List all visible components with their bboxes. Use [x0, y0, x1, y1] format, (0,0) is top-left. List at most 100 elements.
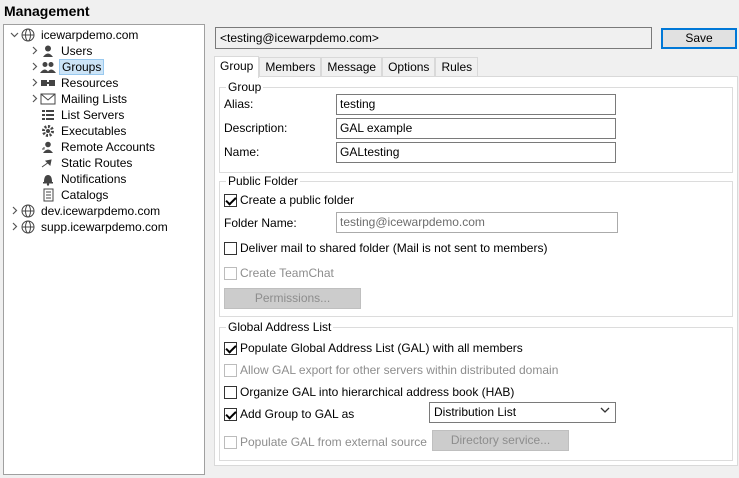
checkbox-icon[interactable]	[224, 435, 237, 449]
chevron-right-icon[interactable]	[8, 206, 20, 217]
folder-name-input[interactable]: testing@icewarpdemo.com	[336, 212, 618, 233]
catalog-icon	[40, 187, 56, 203]
organize-hab-label: Organize GAL into hierarchical address b…	[240, 385, 515, 399]
tree-node-users[interactable]: Users	[28, 43, 94, 59]
description-input[interactable]: GAL example	[336, 118, 616, 139]
globe-icon	[20, 219, 36, 235]
tree-node-dev-domain[interactable]: dev.icewarpdemo.com	[8, 203, 162, 219]
chevron-right-icon[interactable]	[8, 222, 20, 233]
tree-node-resources[interactable]: Resources	[28, 75, 120, 91]
chevron-down-icon[interactable]	[8, 30, 20, 41]
checkbox-icon[interactable]	[224, 266, 237, 280]
populate-gal-label: Populate Global Address List (GAL) with …	[240, 341, 523, 355]
remote-user-icon	[40, 139, 56, 155]
public-folder-section: Public Folder Create a public folder Fol…	[219, 174, 733, 317]
list-icon	[40, 107, 56, 123]
permissions-button[interactable]: Permissions...	[224, 288, 361, 309]
mail-icon	[40, 91, 56, 107]
tree-node-catalogs[interactable]: Catalogs	[40, 187, 110, 203]
name-label: Name:	[224, 145, 260, 159]
tab-rules[interactable]: Rules	[435, 57, 479, 77]
directory-service-button[interactable]: Directory service...	[432, 430, 569, 451]
deliver-shared-folder-checkbox[interactable]: Deliver mail to shared folder (Mail is n…	[224, 240, 547, 256]
description-label: Description:	[224, 121, 288, 135]
checkbox-icon[interactable]	[224, 241, 237, 255]
create-public-folder-checkbox[interactable]: Create a public folder	[224, 192, 354, 208]
tree-node-remote-accounts[interactable]: Remote Accounts	[40, 139, 157, 155]
app-title: Management	[4, 3, 90, 19]
group-section-legend: Group	[226, 80, 264, 94]
checkbox-checked-icon[interactable]	[224, 407, 237, 421]
checkbox-checked-icon[interactable]	[224, 193, 237, 207]
tree-label: Notifications	[61, 172, 127, 186]
chevron-down-icon	[600, 405, 610, 420]
create-teamchat-label: Create TeamChat	[240, 266, 334, 280]
tree-label: Resources	[61, 76, 119, 90]
add-group-gal-label: Add Group to GAL as	[240, 407, 355, 421]
checkbox-icon[interactable]	[224, 363, 237, 377]
checkbox-icon[interactable]	[224, 385, 237, 399]
tab-bar: Group Members Message Options Rules	[214, 56, 479, 78]
user-icon	[40, 43, 56, 59]
tab-group[interactable]: Group	[214, 56, 260, 78]
alias-label: Alias:	[224, 97, 254, 111]
tree-label: Catalogs	[61, 188, 109, 202]
tab-message[interactable]: Message	[321, 57, 383, 77]
account-header: <testing@icewarpdemo.com>	[215, 27, 652, 49]
resources-icon	[40, 75, 56, 91]
tree-node-static-routes[interactable]: Static Routes	[40, 155, 134, 171]
add-group-gal-checkbox[interactable]: Add Group to GAL as	[224, 406, 354, 422]
tree-label: dev.icewarpdemo.com	[41, 204, 161, 218]
tree-label: supp.icewarpdemo.com	[41, 220, 168, 234]
gal-type-select[interactable]: Distribution List	[429, 402, 616, 423]
chevron-right-icon[interactable]	[28, 78, 40, 89]
organize-hab-checkbox[interactable]: Organize GAL into hierarchical address b…	[224, 384, 514, 400]
gal-type-value: Distribution List	[434, 405, 517, 419]
tree-label: icewarpdemo.com	[41, 28, 139, 42]
tree-node-supp-domain[interactable]: supp.icewarpdemo.com	[8, 219, 170, 235]
allow-gal-export-checkbox[interactable]: Allow GAL export for other servers withi…	[224, 362, 558, 378]
checkbox-checked-icon[interactable]	[224, 341, 237, 355]
tree-node-executables[interactable]: Executables	[40, 123, 128, 139]
populate-external-checkbox[interactable]: Populate GAL from external source	[224, 434, 427, 450]
tab-panel-group: Group Alias: testing Description: GAL ex…	[214, 76, 738, 466]
create-teamchat-checkbox[interactable]: Create TeamChat	[224, 265, 334, 281]
tree-label: Remote Accounts	[61, 140, 156, 154]
tree-label: Executables	[61, 124, 127, 138]
populate-gal-checkbox[interactable]: Populate Global Address List (GAL) with …	[224, 340, 523, 356]
deliver-shared-folder-label: Deliver mail to shared folder (Mail is n…	[240, 241, 548, 255]
bell-icon	[40, 171, 56, 187]
save-button[interactable]: Save	[661, 28, 737, 49]
globe-icon	[20, 27, 36, 43]
tab-options[interactable]: Options	[382, 57, 436, 77]
chevron-right-icon[interactable]	[28, 94, 40, 105]
populate-external-label: Populate GAL from external source	[240, 435, 427, 449]
tree-label: List Servers	[61, 108, 125, 122]
allow-gal-export-label: Allow GAL export for other servers withi…	[240, 363, 559, 377]
tree-node-domain[interactable]: icewarpdemo.com	[8, 27, 140, 43]
chevron-right-icon[interactable]	[28, 46, 40, 57]
gal-section: Global Address List Populate Global Addr…	[219, 320, 733, 461]
gal-legend: Global Address List	[226, 320, 334, 334]
tab-members[interactable]: Members	[259, 57, 322, 77]
group-icon	[40, 59, 56, 75]
tree-label: Users	[61, 44, 93, 58]
public-folder-legend: Public Folder	[226, 174, 301, 188]
globe-icon	[20, 203, 36, 219]
tree-label: Groups	[59, 59, 105, 75]
tree-node-mailing-lists[interactable]: Mailing Lists	[28, 91, 129, 107]
tree-label: Static Routes	[61, 156, 133, 170]
tree-node-groups[interactable]: Groups	[28, 59, 105, 75]
create-public-folder-label: Create a public folder	[240, 193, 355, 207]
tree-node-list-servers[interactable]: List Servers	[40, 107, 126, 123]
tree-node-notifications[interactable]: Notifications	[40, 171, 128, 187]
arrow-icon	[40, 155, 56, 171]
folder-name-label: Folder Name:	[224, 216, 297, 230]
management-tree[interactable]: icewarpdemo.com Users Groups Resources M…	[3, 24, 205, 475]
group-section: Group Alias: testing Description: GAL ex…	[219, 80, 733, 173]
chevron-right-icon[interactable]	[28, 62, 40, 73]
gear-icon	[40, 123, 56, 139]
alias-input[interactable]: testing	[336, 94, 616, 115]
name-input[interactable]: GALtesting	[336, 142, 616, 163]
tree-label: Mailing Lists	[61, 92, 128, 106]
